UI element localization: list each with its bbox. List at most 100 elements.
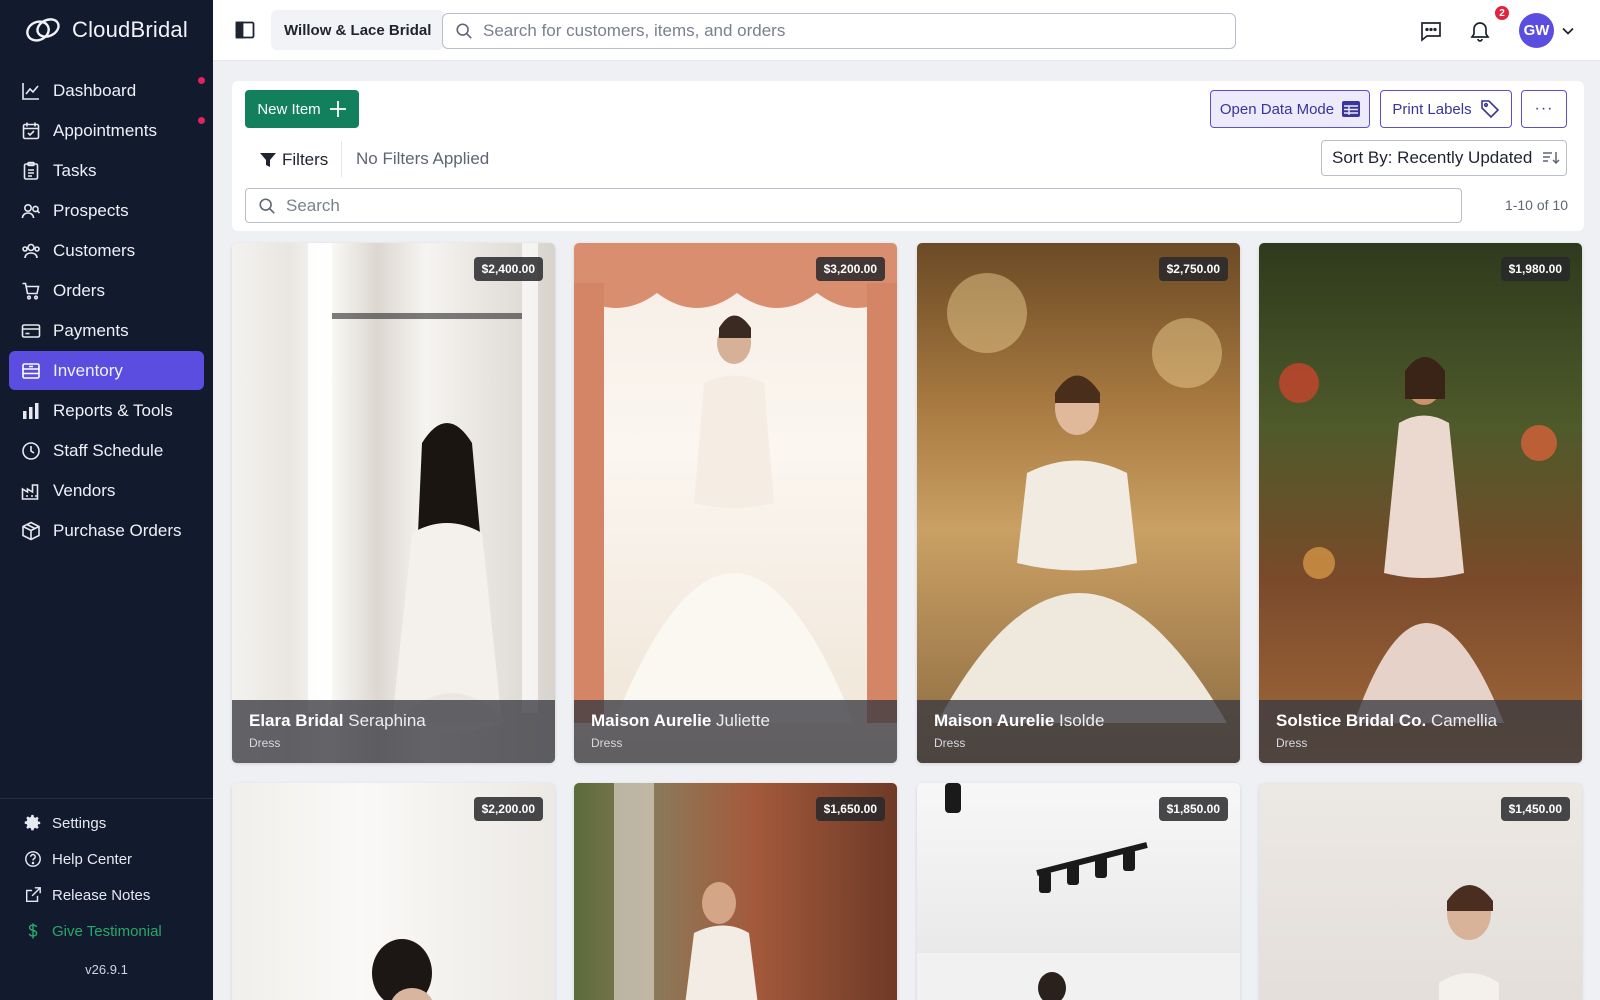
cart-icon — [22, 282, 40, 300]
card-title: Maison Aurelie Isolde — [934, 711, 1240, 731]
global-search-input[interactable] — [483, 21, 1183, 41]
dress-photo: $1,980.00 Solstice Bridal Co. Camellia D… — [1259, 243, 1582, 763]
cloud-rings-logo-icon — [26, 18, 60, 42]
inventory-search-input[interactable] — [286, 195, 1436, 216]
sidebar-item-reports-tools[interactable]: Reports & Tools — [9, 391, 204, 430]
inventory-card[interactable]: $2,200.00 — [232, 783, 555, 1000]
app-version: v26.9.1 — [85, 962, 128, 977]
sidebar-item-dashboard[interactable]: Dashboard — [9, 71, 205, 110]
sidebar-item-label: Dashboard — [53, 80, 137, 100]
store-selector[interactable]: Willow & Lace Bridal — [271, 10, 445, 50]
table-icon — [1342, 101, 1361, 117]
item-model: Seraphina — [348, 711, 426, 730]
item-brand: Solstice Bridal Co. — [1276, 711, 1427, 730]
price-badge: $1,650.00 — [815, 797, 885, 821]
item-type: Dress — [591, 736, 623, 750]
filters-button[interactable]: Filters — [260, 145, 328, 175]
sidebar-item-customers[interactable]: Customers — [9, 231, 204, 270]
user-avatar[interactable]: GW — [1519, 13, 1554, 48]
chart-line-icon — [22, 82, 39, 100]
sidebar-item-inventory[interactable]: Inventory — [9, 351, 204, 390]
sidebar-item-label: Staff Schedule — [53, 440, 164, 460]
filter-icon — [260, 153, 276, 167]
open-data-mode-button[interactable]: Open Data Mode — [1210, 90, 1370, 128]
sidebar-item-tasks[interactable]: Tasks — [9, 151, 204, 190]
filters-status: No Filters Applied — [356, 149, 490, 168]
users-icon — [22, 243, 40, 258]
sidebar-item-label: Give Testimonial — [52, 922, 162, 940]
inventory-card[interactable]: $3,200.00 Maison Aurelie Juliette Dress — [574, 243, 897, 763]
inventory-card[interactable]: $2,750.00 Maison Aurelie Isolde Dress — [917, 243, 1240, 763]
sort-dropdown[interactable]: Sort By: Recently Updated — [1321, 140, 1567, 176]
sidebar-item-payments[interactable]: Payments — [9, 311, 204, 350]
app-logo[interactable]: CloudBridal — [24, 16, 188, 44]
card-caption: Elara Bridal Seraphina Dress — [232, 700, 555, 763]
sidebar-item-purchase-orders[interactable]: Purchase Orders — [9, 511, 204, 550]
bar-chart-icon — [23, 402, 39, 419]
sidebar-item-label: Help Center — [52, 850, 133, 868]
new-item-label: New Item — [257, 100, 321, 118]
sidebar-item-label: Appointments — [53, 120, 157, 140]
sidebar-toggle-icon[interactable] — [235, 20, 255, 40]
sidebar-item-label: Release Notes — [52, 886, 151, 904]
filters-label: Filters — [282, 150, 329, 169]
inventory-card[interactable]: $1,650.00 — [574, 783, 897, 1000]
price-badge: $1,450.00 — [1500, 797, 1570, 821]
price-badge: $2,750.00 — [1158, 257, 1228, 281]
inventory-card[interactable]: $2,400.00 Elara Bridal Seraphina Dress — [232, 243, 555, 763]
more-options-icon: ··· — [1534, 100, 1554, 117]
inventory-card[interactable]: $1,450.00 — [1259, 783, 1582, 1000]
external-link-icon — [25, 887, 41, 903]
sidebar-item-label: Vendors — [53, 480, 116, 500]
card-caption: Maison Aurelie Juliette Dress — [574, 700, 897, 763]
search-icon — [259, 197, 275, 214]
inventory-toolbar: New Item Open Data Mode Print Labels ···… — [232, 81, 1584, 231]
inventory-card[interactable]: $1,850.00 — [917, 783, 1240, 1000]
sidebar-item-settings[interactable]: Settings — [0, 805, 213, 841]
card-title: Elara Bridal Seraphina — [249, 711, 555, 731]
item-brand: Maison Aurelie — [934, 711, 1055, 730]
sort-icon — [1543, 152, 1560, 165]
sidebar-item-label: Inventory — [53, 360, 123, 380]
sidebar-item-vendors[interactable]: Vendors — [9, 471, 204, 510]
sidebar-item-prospects[interactable]: Prospects — [9, 191, 204, 230]
sidebar-item-orders[interactable]: Orders — [9, 271, 204, 310]
print-labels-button[interactable]: Print Labels — [1380, 90, 1512, 128]
price-badge: $1,850.00 — [1158, 797, 1228, 821]
more-options-button[interactable]: ··· — [1521, 90, 1567, 128]
dress-photo: $1,650.00 — [574, 783, 897, 1000]
bell-icon[interactable] — [1468, 19, 1492, 43]
sidebar-item-label: Purchase Orders — [53, 520, 182, 540]
open-data-mode-label: Open Data Mode — [1219, 100, 1335, 118]
sidebar-item-label: Customers — [53, 240, 136, 260]
logo-text: CloudBridal — [72, 17, 188, 42]
sidebar-item-label: Orders — [53, 280, 105, 300]
print-labels-label: Print Labels — [1392, 100, 1472, 118]
card-title: Maison Aurelie Juliette — [591, 711, 897, 731]
tag-icon — [1480, 100, 1499, 119]
sidebar-item-staff-schedule[interactable]: Staff Schedule — [9, 431, 204, 470]
clipboard-icon — [23, 161, 39, 180]
item-type: Dress — [249, 736, 281, 750]
price-badge: $2,400.00 — [473, 257, 543, 281]
dress-photo: $1,450.00 — [1259, 783, 1582, 1000]
sidebar-item-label: Tasks — [53, 160, 97, 180]
notification-dot — [198, 77, 205, 84]
sidebar-item-label: Reports & Tools — [53, 400, 173, 420]
chat-icon[interactable] — [1419, 19, 1443, 43]
main-nav: Dashboard Appointments Tasks Prospects C… — [9, 71, 205, 551]
item-model: Camellia — [1430, 711, 1498, 730]
dress-illustration — [937, 273, 1227, 723]
inventory-card[interactable]: $1,980.00 Solstice Bridal Co. Camellia D… — [1259, 243, 1582, 763]
global-search — [442, 13, 1236, 49]
new-item-button[interactable]: New Item — [245, 90, 359, 128]
sidebar-item-release-notes[interactable]: Release Notes — [0, 877, 213, 913]
item-model: Isolde — [1059, 711, 1105, 730]
item-brand: Elara Bridal — [249, 711, 344, 730]
chevron-down-icon[interactable] — [1561, 24, 1575, 38]
sidebar-item-help-center[interactable]: Help Center — [0, 841, 213, 877]
dress-illustration — [574, 243, 897, 723]
sidebar-item-appointments[interactable]: Appointments — [9, 111, 205, 150]
top-header: Willow & Lace Bridal 2 GW — [213, 0, 1600, 61]
sidebar-item-give-testimonial[interactable]: Give Testimonial — [0, 913, 213, 949]
